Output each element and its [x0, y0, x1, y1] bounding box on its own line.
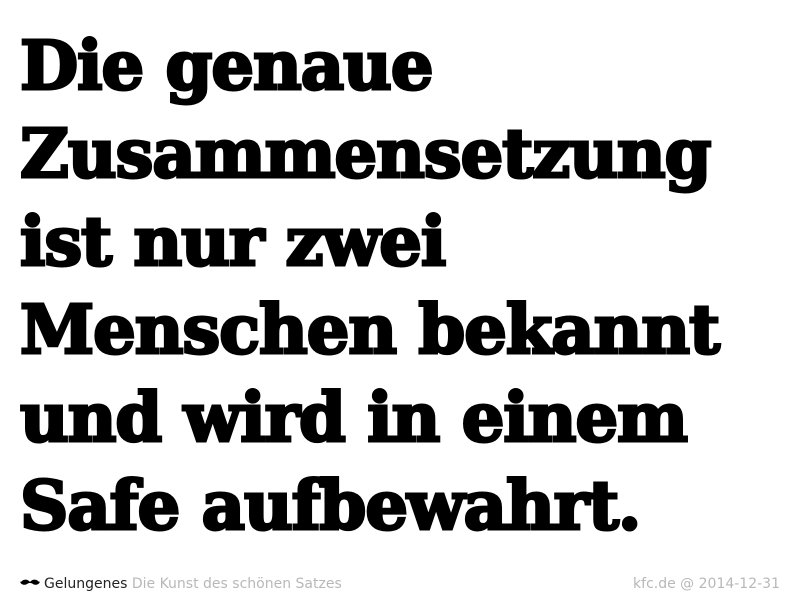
headline-line: ist nur zwei — [19, 201, 448, 283]
footer-brand-block: Gelungenes Die Kunst des schönen Satzes — [20, 574, 342, 594]
headline: Die genaue Zusammensetzung ist nur zwei … — [19, 22, 790, 550]
headline-line: Zusammensetzung — [19, 113, 714, 195]
brand-name: Gelungenes — [44, 576, 128, 592]
footer: Gelungenes Die Kunst des schönen Satzes … — [20, 574, 780, 594]
mustache-icon — [20, 579, 40, 585]
headline-line: und wird in einem — [19, 377, 690, 459]
headline-line: Menschen bekannt — [19, 289, 722, 371]
headline-line: Die genaue — [19, 25, 435, 107]
slide: Die genaue Zusammensetzung ist nur zwei … — [0, 0, 800, 600]
headline-line: Safe aufbewahrt. — [19, 465, 643, 547]
tagline: Die Kunst des schönen Satzes — [131, 576, 342, 592]
credit: kfc.de @ 2014-12-31 — [633, 576, 780, 592]
